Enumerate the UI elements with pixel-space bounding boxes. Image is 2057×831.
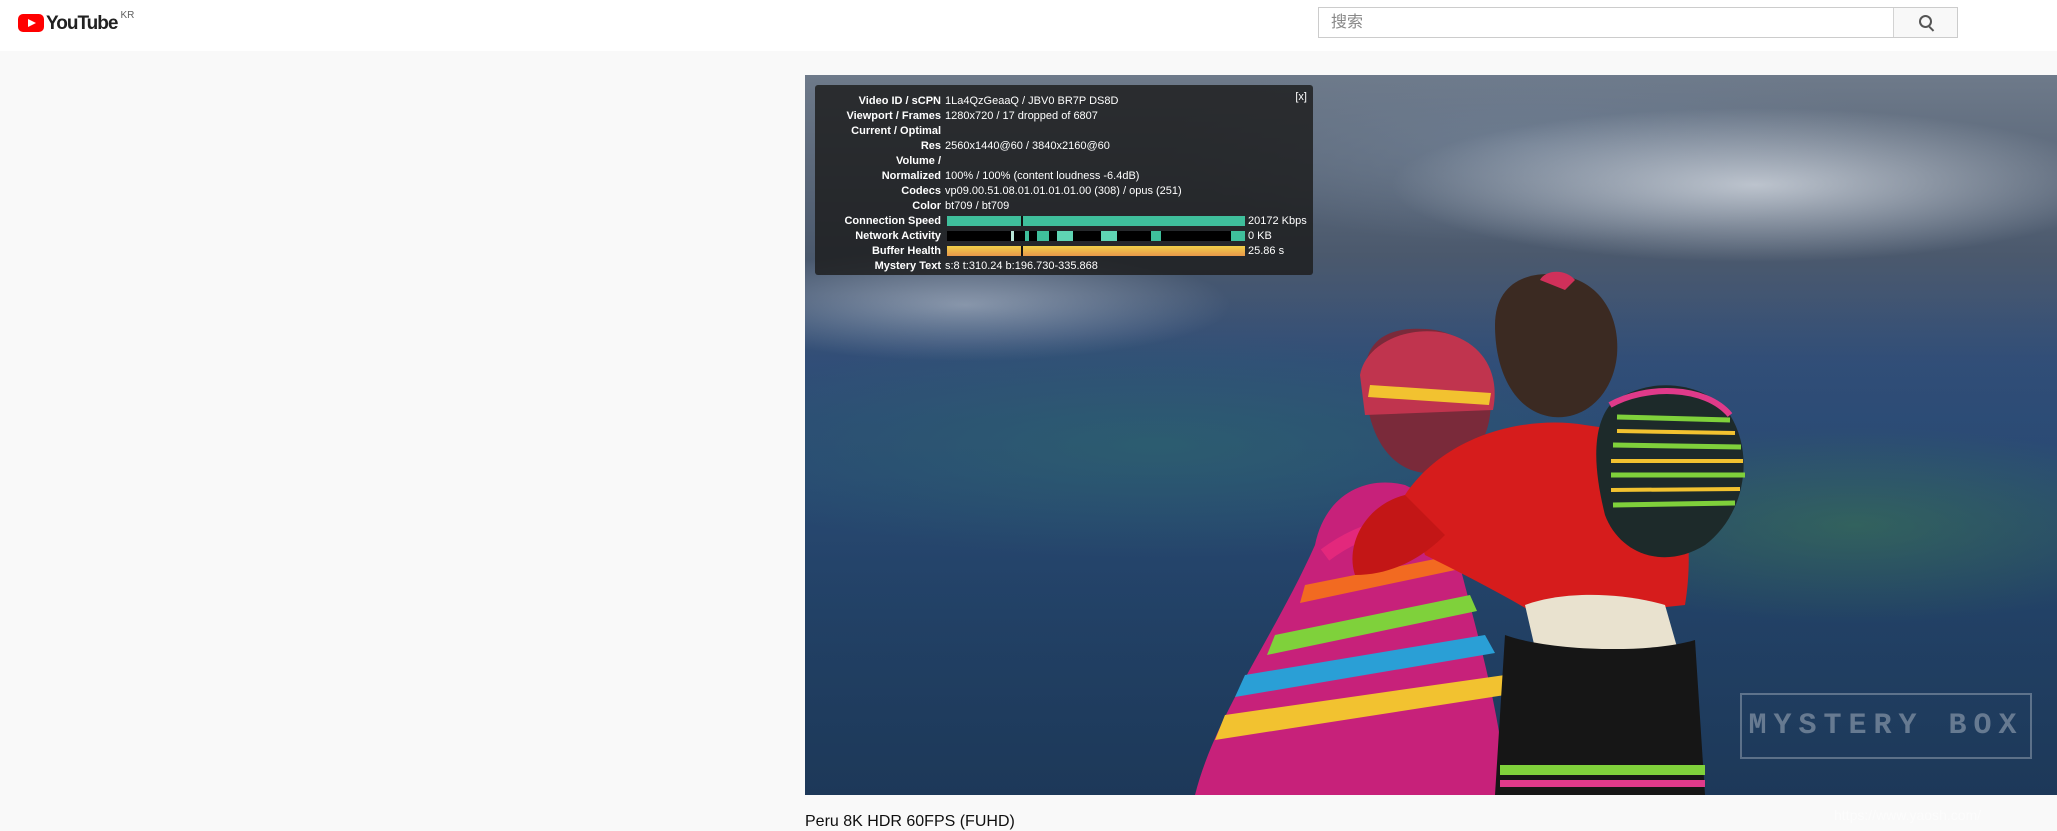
- stats-label: Volume /: [895, 155, 941, 167]
- stats-row-connection-speed: Connection Speed 20172 Kbps: [815, 214, 1313, 229]
- search-input[interactable]: [1319, 8, 1891, 37]
- stats-label: Color: [912, 200, 941, 212]
- stats-label: Buffer Health: [871, 245, 941, 257]
- country-code: KR: [120, 10, 135, 21]
- stats-row-volume: Volume /: [815, 154, 1313, 169]
- network-activity-graph: [947, 231, 1245, 241]
- stats-row-viewport: Viewport / Frames 1280x720 / 17 dropped …: [815, 109, 1313, 124]
- video-watermark: MYSTERY BOX: [1740, 693, 2032, 759]
- stats-label: Current / Optimal: [851, 125, 941, 137]
- stats-label: Codecs: [901, 185, 941, 197]
- stats-row-normalized: Normalized 100% / 100% (content loudness…: [815, 169, 1313, 184]
- video-player[interactable]: MYSTERY BOX [x] Video ID / sCPN 1La4QzGe…: [805, 75, 2057, 795]
- stats-label: Network Activity: [855, 230, 941, 242]
- youtube-play-icon: [18, 14, 44, 32]
- stats-value: 2560x1440@60 / 3840x2160@60: [945, 140, 1110, 152]
- youtube-logo[interactable]: YouTube KR: [18, 10, 134, 36]
- stats-value: 100% / 100% (content loudness -6.4dB): [945, 170, 1140, 182]
- stats-value: 20172 Kbps: [1248, 215, 1307, 227]
- stats-value: bt709 / bt709: [945, 200, 1010, 212]
- buffer-health-graph: [947, 246, 1245, 256]
- stats-value: 1280x720 / 17 dropped of 6807: [945, 110, 1098, 122]
- logo-wordmark: YouTube: [46, 13, 118, 34]
- video-title: Peru 8K HDR 60FPS (FUHD): [805, 813, 1015, 830]
- stats-value: 0 KB: [1248, 230, 1272, 242]
- connection-speed-graph: [947, 216, 1245, 226]
- stats-value: 25.86 s: [1248, 245, 1285, 257]
- stats-row-res: Res 2560x1440@60 / 3840x2160@60: [815, 139, 1313, 154]
- stats-label: Normalized: [881, 170, 941, 182]
- stats-row-codecs: Codecs vp09.00.51.08.01.01.01.01.00 (308…: [815, 184, 1313, 199]
- stats-label: Video ID / sCPN: [858, 95, 941, 107]
- stats-for-nerds-panel: [x] Video ID / sCPN 1La4QzGeaaQ / JBV0 B…: [815, 85, 1313, 275]
- stats-row-network-activity: Network Activity 0 KB: [815, 229, 1313, 244]
- stats-label: Connection Speed: [844, 215, 941, 227]
- stats-value: 1La4QzGeaaQ / JBV0 BR7P DS8D: [945, 95, 1119, 107]
- stats-row-mystery-text: Mystery Text s:8 t:310.24 b:196.730-335.…: [815, 259, 1313, 274]
- search-icon: [1919, 15, 1932, 28]
- masthead: YouTube KR: [0, 0, 2057, 51]
- stats-label: Viewport / Frames: [846, 110, 941, 122]
- search-button[interactable]: [1893, 8, 1957, 37]
- stats-value: s:8 t:310.24 b:196.730-335.868: [945, 260, 1098, 272]
- stats-value: vp09.00.51.08.01.01.01.01.00 (308) / opu…: [945, 185, 1182, 197]
- stats-row-color: Color bt709 / bt709: [815, 199, 1313, 214]
- search-box: [1318, 7, 1958, 38]
- stats-label: Res: [920, 140, 941, 152]
- stats-row-video-id: Video ID / sCPN 1La4QzGeaaQ / JBV0 BR7P …: [815, 94, 1313, 109]
- stats-row-current-optimal: Current / Optimal: [815, 124, 1313, 139]
- stats-label: Mystery Text: [874, 260, 941, 272]
- site-url-watermark: https://www.yaosh.com/: [1834, 807, 1982, 823]
- stats-row-buffer-health: Buffer Health 25.86 s: [815, 244, 1313, 259]
